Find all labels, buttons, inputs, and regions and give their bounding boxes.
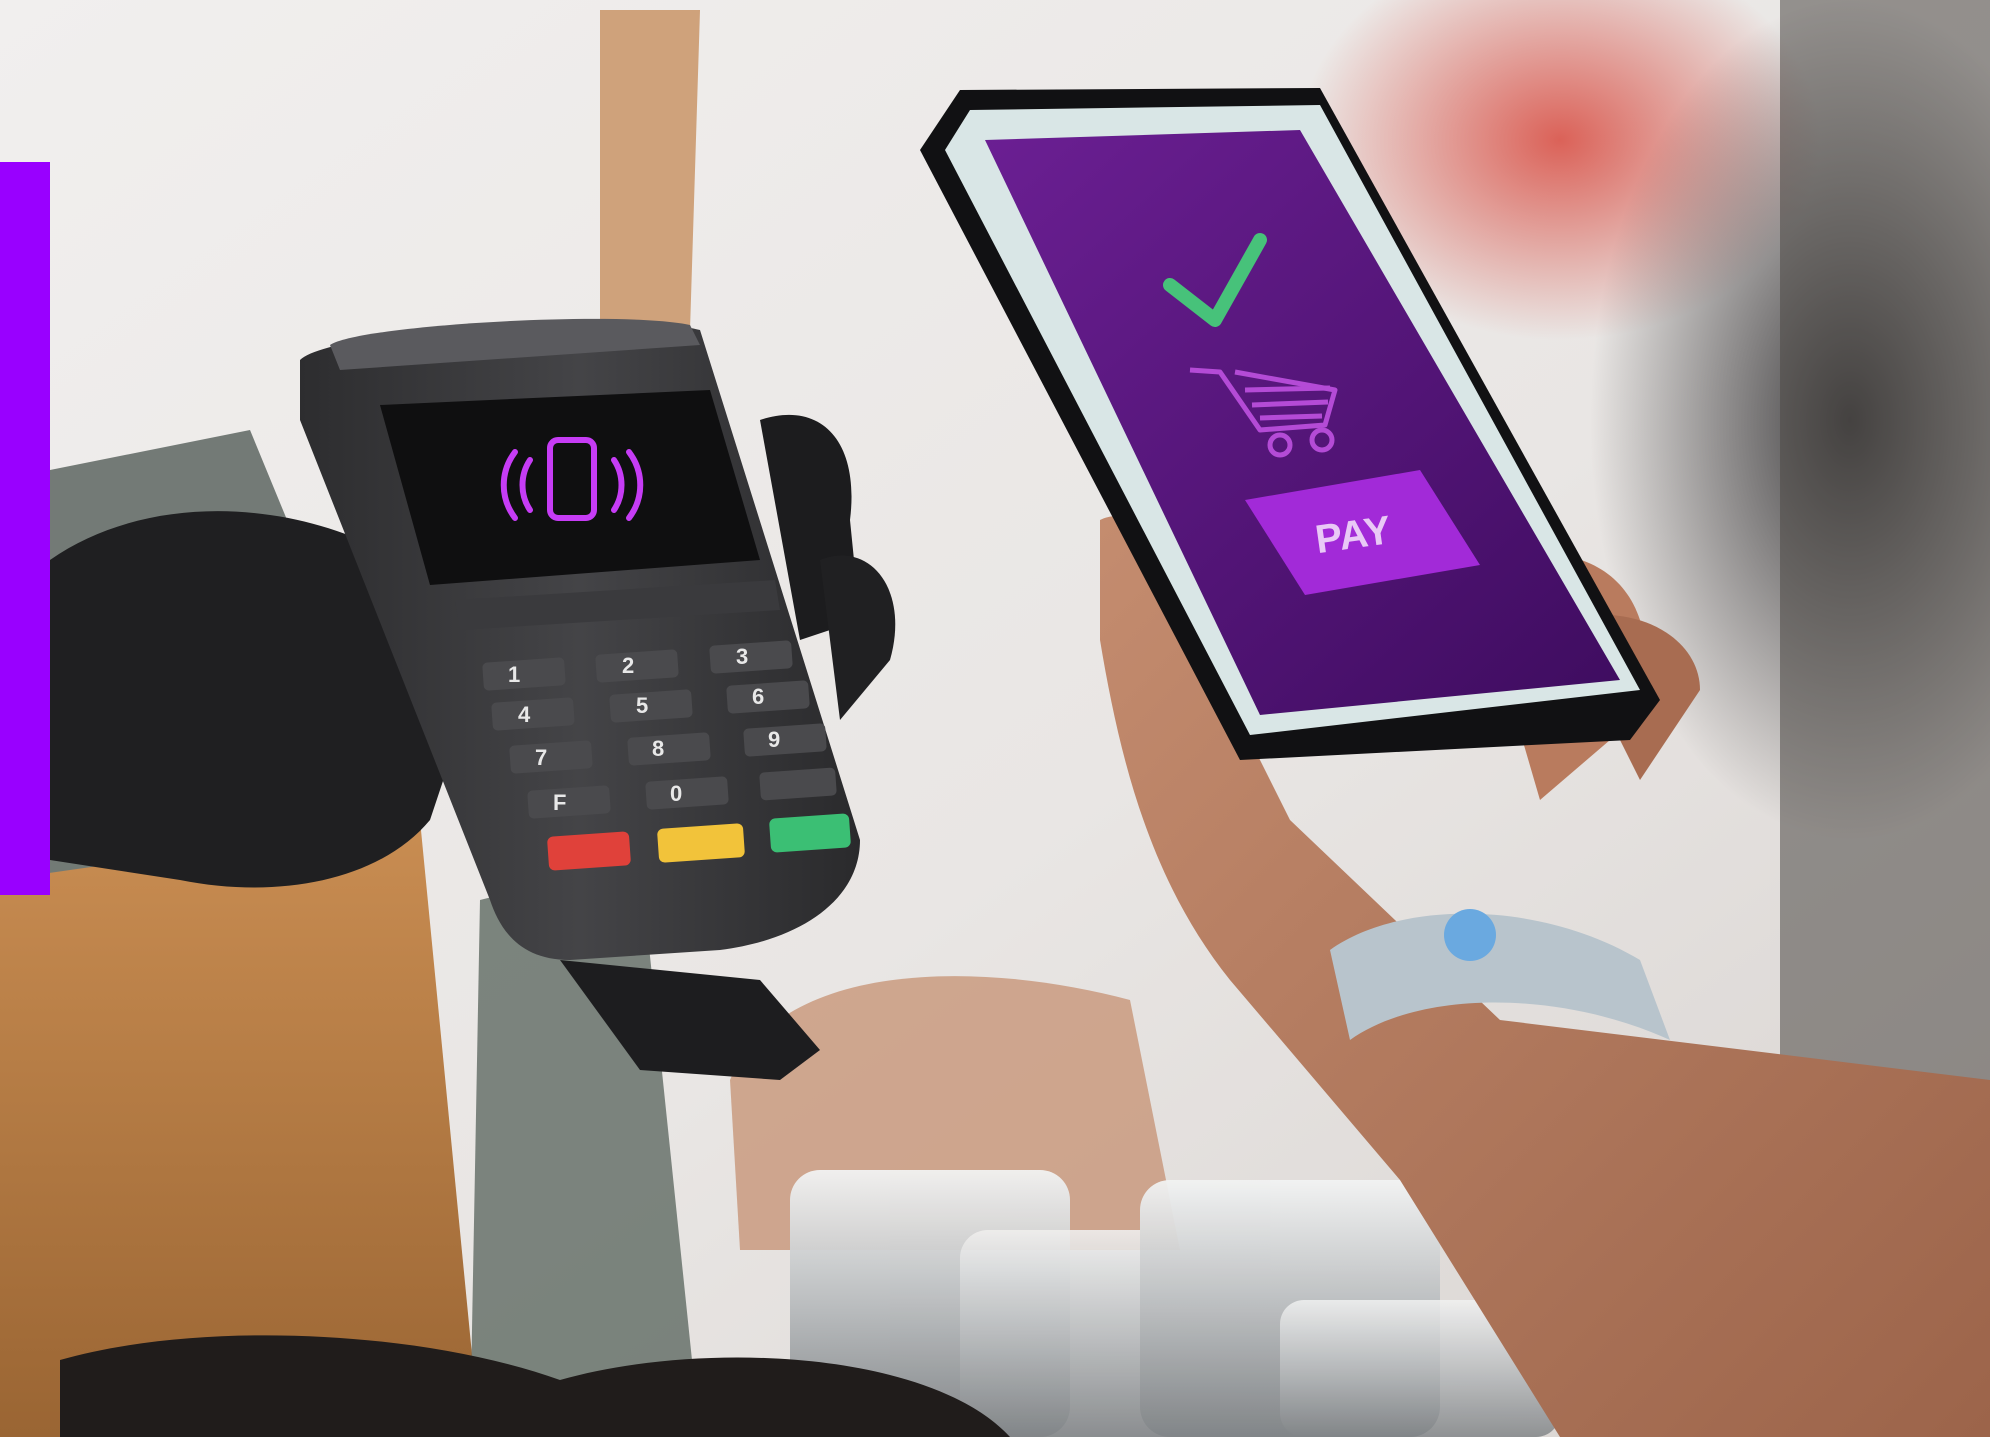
key-2 — [595, 649, 679, 683]
enter-key — [769, 813, 851, 853]
cancel-key — [547, 831, 631, 871]
key-4 — [491, 697, 575, 731]
key-2-label: 2 — [622, 653, 634, 678]
key-1-label: 1 — [508, 662, 520, 687]
key-1 — [482, 657, 566, 691]
key-0-label: 0 — [670, 781, 682, 806]
key-9-label: 9 — [768, 727, 780, 752]
payment-photo: PAY 1 2 3 4 5 6 7 8 9 F 0 — [0, 0, 1990, 1437]
key-0 — [645, 776, 729, 810]
key-f — [527, 785, 611, 819]
key-7-label: 7 — [535, 745, 547, 770]
key-3-label: 3 — [736, 644, 748, 669]
terminal-screen — [380, 390, 760, 585]
key-6-label: 6 — [752, 684, 764, 709]
key-8 — [627, 732, 711, 766]
key-5-label: 5 — [636, 693, 648, 718]
accent-bar — [0, 162, 50, 895]
key-6 — [726, 680, 810, 714]
key-7 — [509, 740, 593, 774]
clear-key — [657, 823, 745, 863]
key-blank — [759, 767, 837, 801]
photo-stage: PAY 1 2 3 4 5 6 7 8 9 F 0 — [0, 0, 1990, 1437]
key-8-label: 8 — [652, 736, 664, 761]
apron-strap — [600, 10, 700, 330]
key-3 — [709, 640, 793, 674]
key-4-label: 4 — [518, 702, 531, 727]
key-f-label: F — [553, 790, 566, 815]
key-5 — [609, 689, 693, 723]
key-9 — [743, 723, 827, 757]
